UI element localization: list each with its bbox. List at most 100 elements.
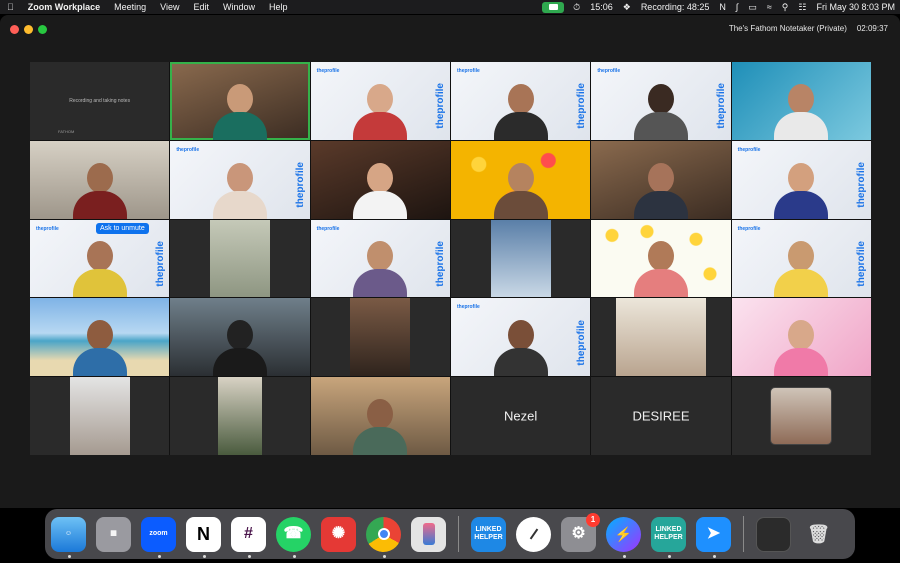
brand-banner: theprofile bbox=[856, 161, 868, 208]
participant-video bbox=[770, 316, 832, 377]
video-tile[interactable]: theprofile theprofile bbox=[450, 62, 591, 140]
maximize-window-button[interactable] bbox=[38, 25, 47, 34]
chrome-icon[interactable] bbox=[366, 516, 401, 558]
fathom-icon[interactable]: ➤ bbox=[696, 516, 731, 558]
zoom-app-icon[interactable]: zoom bbox=[141, 516, 176, 558]
trash-icon[interactable]: 🗑 bbox=[801, 517, 836, 552]
brand-banner: theprofile bbox=[295, 161, 307, 208]
bluetooth-icon[interactable]: ∫ bbox=[731, 2, 743, 12]
participant-video bbox=[630, 237, 692, 298]
app-name-menu[interactable]: Zoom Workplace bbox=[21, 2, 107, 12]
clock-icon[interactable] bbox=[516, 516, 551, 552]
video-tile[interactable]: theprofile theprofile Ask to unmute ··· bbox=[30, 219, 170, 298]
participant-video bbox=[770, 159, 832, 219]
video-tile[interactable]: theprofile theprofile bbox=[310, 62, 450, 140]
brand-banner: theprofile bbox=[435, 83, 447, 129]
video-tile[interactable]: theprofile theprofile bbox=[310, 219, 450, 298]
video-tile[interactable] bbox=[310, 377, 450, 455]
control-center-icon[interactable]: ☷ bbox=[793, 2, 811, 13]
launchpad-icon[interactable]: ▦ bbox=[96, 516, 131, 552]
notetaker-label[interactable]: The's Fathom Notetaker (Private) bbox=[729, 24, 847, 33]
participant-video bbox=[69, 237, 131, 298]
video-tile[interactable] bbox=[450, 140, 591, 219]
menu-view[interactable]: View bbox=[153, 2, 186, 12]
video-tile[interactable] bbox=[30, 298, 170, 377]
screen-recorder-icon[interactable]: ✺ bbox=[321, 516, 356, 552]
video-tile[interactable]: theprofile theprofile bbox=[731, 219, 871, 298]
video-tile[interactable] bbox=[731, 377, 871, 455]
video-tile[interactable] bbox=[30, 140, 170, 219]
minimize-window-button[interactable] bbox=[24, 25, 33, 34]
brand-logo: theprofile bbox=[737, 146, 761, 153]
video-tile[interactable] bbox=[731, 298, 871, 377]
menu-window[interactable]: Window bbox=[216, 2, 262, 12]
video-tile[interactable] bbox=[591, 140, 731, 219]
zoom-status-icon[interactable] bbox=[542, 1, 565, 13]
brand-logo: theprofile bbox=[36, 225, 59, 232]
video-tile[interactable] bbox=[310, 298, 450, 377]
menu-meeting[interactable]: Meeting bbox=[107, 2, 153, 12]
notion-icon[interactable]: N bbox=[186, 516, 221, 558]
video-tile[interactable] bbox=[310, 140, 450, 219]
recent-document-icon[interactable] bbox=[756, 516, 791, 552]
participant-video bbox=[349, 159, 411, 219]
brand-logo: theprofile bbox=[597, 68, 621, 74]
participant-video bbox=[490, 80, 552, 140]
dropbox-icon[interactable]: ❖ bbox=[618, 2, 636, 13]
datetime[interactable]: Fri May 30 8:03 PM bbox=[811, 2, 900, 12]
notion-status-icon[interactable]: N bbox=[714, 2, 731, 12]
dock-separator bbox=[743, 516, 744, 552]
brand-banner: theprofile bbox=[716, 83, 728, 129]
ask-to-unmute-button[interactable]: Ask to unmute bbox=[96, 222, 149, 234]
brand-logo: theprofile bbox=[456, 68, 480, 74]
apple-icon[interactable]:  bbox=[0, 2, 21, 12]
participant-video bbox=[69, 159, 131, 219]
finder-icon[interactable]: ☺ bbox=[51, 516, 86, 558]
participant-video bbox=[490, 316, 552, 377]
video-tile[interactable]: theprofile theprofile bbox=[450, 298, 591, 377]
participant-name: DESIREE bbox=[632, 408, 690, 424]
linked-helper-icon[interactable]: LINKED HELPER bbox=[471, 516, 506, 552]
battery-icon[interactable]: ▭ bbox=[743, 2, 762, 13]
messenger-icon[interactable]: ⚡ bbox=[606, 516, 641, 558]
slack-icon[interactable]: # bbox=[231, 516, 266, 558]
wifi-icon[interactable]: ≈ bbox=[762, 2, 777, 12]
video-tile[interactable] bbox=[170, 298, 310, 377]
brand-logo: theprofile bbox=[456, 304, 480, 311]
video-tile[interactable]: theprofile theprofile bbox=[591, 62, 731, 140]
search-icon[interactable]: ⚲ bbox=[777, 2, 794, 13]
zoom-window: The's Fathom Notetaker (Private) 02:09:3… bbox=[0, 15, 900, 508]
close-window-button[interactable] bbox=[10, 25, 19, 34]
timer-text: 15:06 bbox=[590, 2, 613, 12]
menu-edit[interactable]: Edit bbox=[187, 2, 217, 12]
video-tile[interactable] bbox=[170, 377, 310, 455]
video-tile[interactable]: theprofile theprofile bbox=[170, 140, 310, 219]
video-tile-desiree[interactable]: DESIREE bbox=[591, 377, 731, 455]
video-tile-nezel[interactable]: Nezel bbox=[450, 377, 591, 455]
timer-icon[interactable]: ⏱ bbox=[568, 2, 585, 13]
iphone-mirroring-icon[interactable] bbox=[411, 516, 446, 552]
participant-video bbox=[209, 80, 271, 140]
participant-profile-picture bbox=[770, 387, 833, 446]
whatsapp-icon[interactable]: ☎ bbox=[276, 516, 311, 558]
linked-helper-icon[interactable]: LINKED HELPER bbox=[651, 516, 686, 558]
settings-icon[interactable]: ⚙ 1 bbox=[561, 512, 600, 552]
notification-badge: 1 bbox=[586, 512, 600, 527]
video-tile[interactable] bbox=[731, 62, 871, 140]
participant-video bbox=[490, 219, 551, 298]
video-tile[interactable] bbox=[450, 219, 591, 298]
recording-status[interactable]: Recording: 48:25 bbox=[636, 2, 715, 12]
menu-help[interactable]: Help bbox=[262, 2, 295, 12]
video-tile[interactable] bbox=[30, 377, 170, 455]
video-tile[interactable] bbox=[170, 219, 310, 298]
video-tile-notetaker[interactable]: Recording and taking notes FATHOM bbox=[30, 62, 170, 140]
brand-banner: theprofile bbox=[575, 319, 587, 366]
video-tile[interactable]: theprofile theprofile bbox=[731, 140, 871, 219]
menu-bar:  Zoom Workplace Meeting View Edit Windo… bbox=[0, 0, 900, 14]
video-tile-active-speaker[interactable] bbox=[170, 62, 310, 140]
participant-video bbox=[69, 316, 131, 377]
video-tile[interactable] bbox=[591, 298, 731, 377]
brand-logo: theprofile bbox=[316, 225, 340, 232]
video-tile[interactable] bbox=[591, 219, 731, 298]
participant-video bbox=[209, 316, 271, 377]
